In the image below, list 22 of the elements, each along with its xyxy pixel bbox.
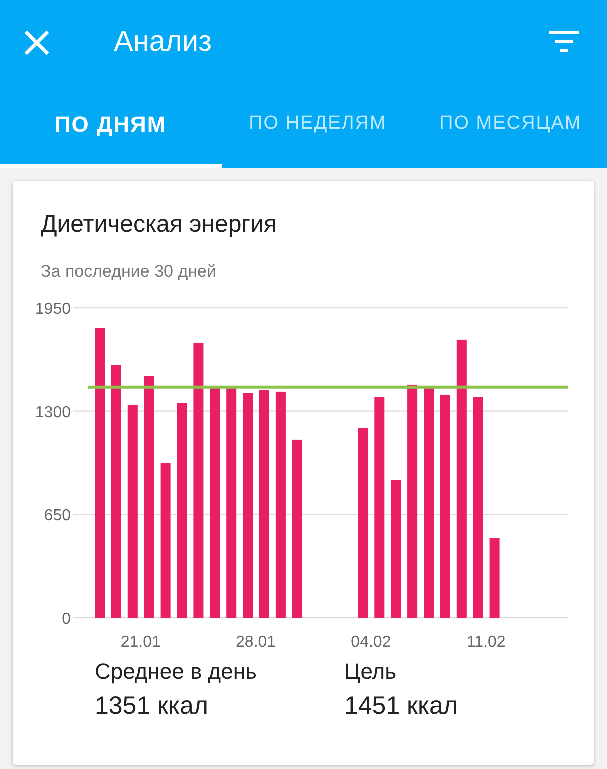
- stat-label: Цель: [344, 658, 398, 686]
- tab[interactable]: ПО МЕСЯЦАМ: [414, 85, 607, 168]
- filter-button[interactable]: [549, 30, 579, 54]
- x-axis-label: 28.01: [236, 634, 276, 650]
- tab[interactable]: ПО ДНЯМ: [0, 85, 222, 168]
- screen-title: Анализ: [113, 24, 212, 60]
- x-axis-label: 11.02: [466, 634, 506, 650]
- close-button[interactable]: [24, 30, 50, 56]
- card-subtitle: За последние 30 дней: [41, 261, 218, 283]
- y-axis-label: 0: [62, 610, 71, 628]
- stat-value: 1451 ккал: [344, 690, 459, 722]
- x-axis-label: 21.01: [120, 634, 161, 650]
- y-axis-label: 1300: [35, 404, 71, 421]
- stat-value: 1351 ккал: [95, 690, 210, 722]
- close-icon: [24, 30, 50, 56]
- x-axis-label: 04.02: [351, 634, 392, 650]
- y-axis-label: 1950: [35, 300, 71, 318]
- card-title: Диетическая энергия: [41, 210, 278, 240]
- y-axis-label: 650: [44, 507, 71, 524]
- tab[interactable]: ПО НЕДЕЛЯМ: [222, 85, 414, 168]
- stat-label: Среднее в день: [95, 658, 258, 686]
- filter-icon: [549, 31, 579, 54]
